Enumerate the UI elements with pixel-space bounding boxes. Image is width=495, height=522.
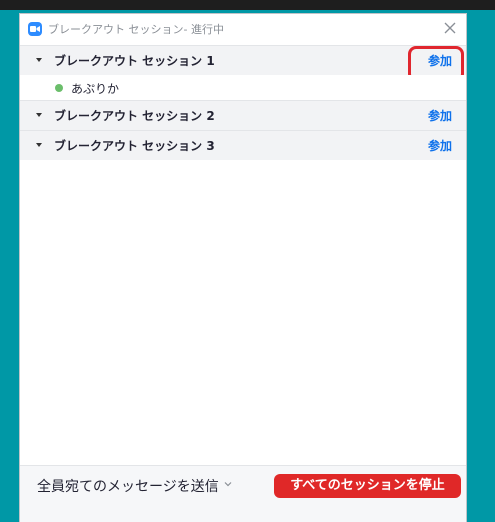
breakout-sessions-window: ブレークアウト セッション- 進行中 ブレークアウト セッション 1 参加 あぷ…: [20, 14, 466, 522]
chevron-down-icon[interactable]: [223, 479, 233, 489]
caret-down-icon[interactable]: [36, 143, 42, 147]
broadcast-message-button[interactable]: 全員宛てのメッセージを送信: [37, 476, 219, 496]
participant-name: あぷりか: [71, 82, 120, 96]
close-button[interactable]: [442, 20, 458, 36]
window-title: ブレークアウト セッション- 進行中: [48, 23, 224, 36]
session-row-2[interactable]: ブレークアウト セッション 2 参加: [20, 100, 466, 130]
status-dot-icon: [55, 84, 63, 92]
zoom-camera-icon: [28, 22, 42, 36]
desktop-top-strip: [0, 0, 495, 10]
session-row-1[interactable]: ブレークアウト セッション 1 参加: [20, 45, 466, 82]
join-button-session-3[interactable]: 参加: [428, 137, 452, 154]
join-button-session-2[interactable]: 参加: [428, 107, 452, 124]
footer-bar: 全員宛てのメッセージを送信 すべてのセッションを停止: [20, 465, 466, 522]
session-row-3[interactable]: ブレークアウト セッション 3 参加: [20, 130, 466, 160]
session-name: ブレークアウト セッション 1: [54, 54, 215, 68]
close-icon: [444, 22, 456, 34]
session-name: ブレークアウト セッション 3: [54, 139, 215, 153]
stop-all-sessions-button[interactable]: すべてのセッションを停止: [274, 474, 461, 498]
participant-item: あぷりか: [20, 75, 466, 100]
caret-down-icon[interactable]: [36, 113, 42, 117]
session-list: ブレークアウト セッション 1 参加 あぷりか ブレークアウト セッション 2 …: [20, 45, 466, 160]
caret-down-icon[interactable]: [36, 58, 42, 62]
titlebar: ブレークアウト セッション- 進行中: [20, 14, 466, 44]
session-name: ブレークアウト セッション 2: [54, 109, 215, 123]
